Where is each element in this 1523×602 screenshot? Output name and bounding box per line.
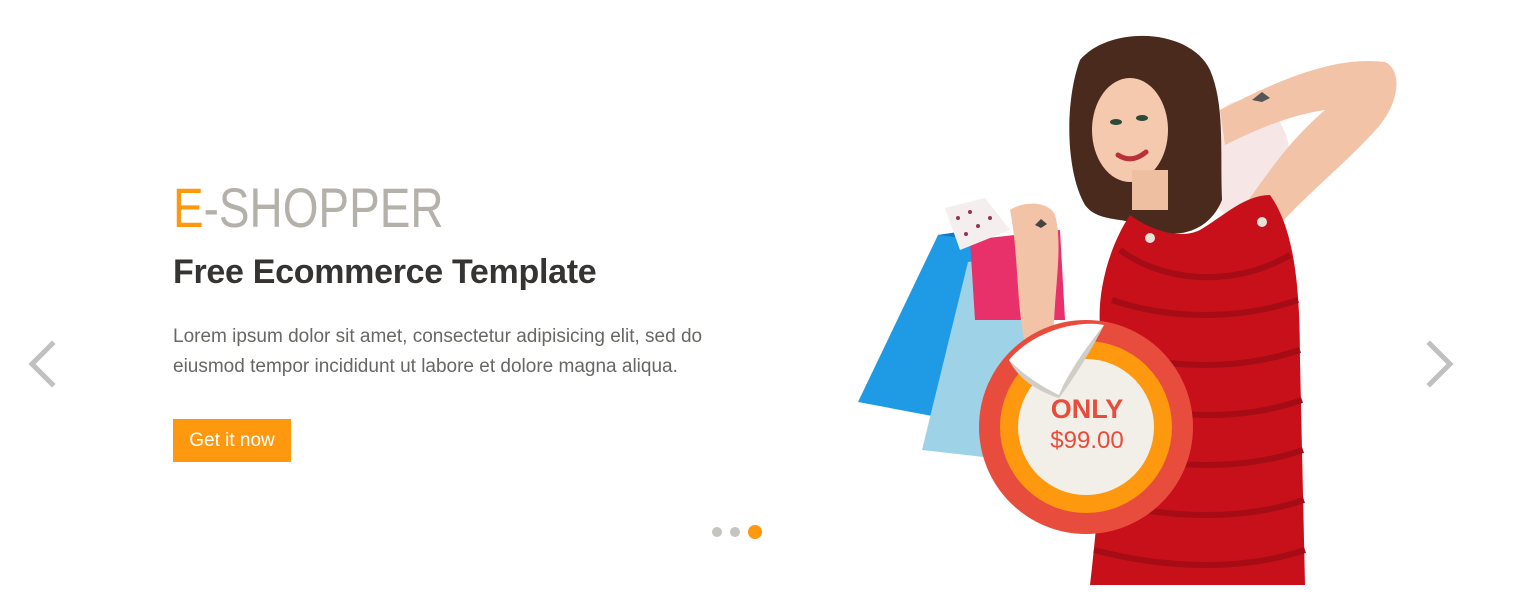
next-slide-button[interactable] [1418, 338, 1458, 390]
brand-title: E-SHOPPER [173, 172, 665, 244]
brand-title-rest: -SHOPPER [203, 176, 444, 239]
previous-slide-button[interactable] [24, 338, 64, 390]
price-amount: $99.00 [1050, 427, 1124, 454]
carousel-indicators [712, 524, 762, 540]
chevron-right-icon [1426, 340, 1454, 388]
slide-headline: Free Ecommerce Template [173, 253, 597, 291]
face [1092, 78, 1168, 182]
slide-caption: E-SHOPPER Free Ecommerce Template Lorem … [173, 172, 773, 382]
price-label: ONLY $99.00 [1017, 392, 1157, 456]
hero-carousel: E-SHOPPER Free Ecommerce Template Lorem … [0, 0, 1523, 602]
carousel-dot-3-active[interactable] [748, 525, 762, 539]
get-it-now-button[interactable]: Get it now [173, 419, 291, 462]
chevron-left-icon [28, 340, 56, 388]
brand-title-accent: E [173, 176, 204, 239]
price-only-label: ONLY [1050, 394, 1124, 424]
slide-description: Lorem ipsum dolor sit amet, consectetur … [173, 326, 703, 377]
carousel-dot-2[interactable] [730, 527, 740, 537]
carousel-dot-1[interactable] [712, 527, 722, 537]
